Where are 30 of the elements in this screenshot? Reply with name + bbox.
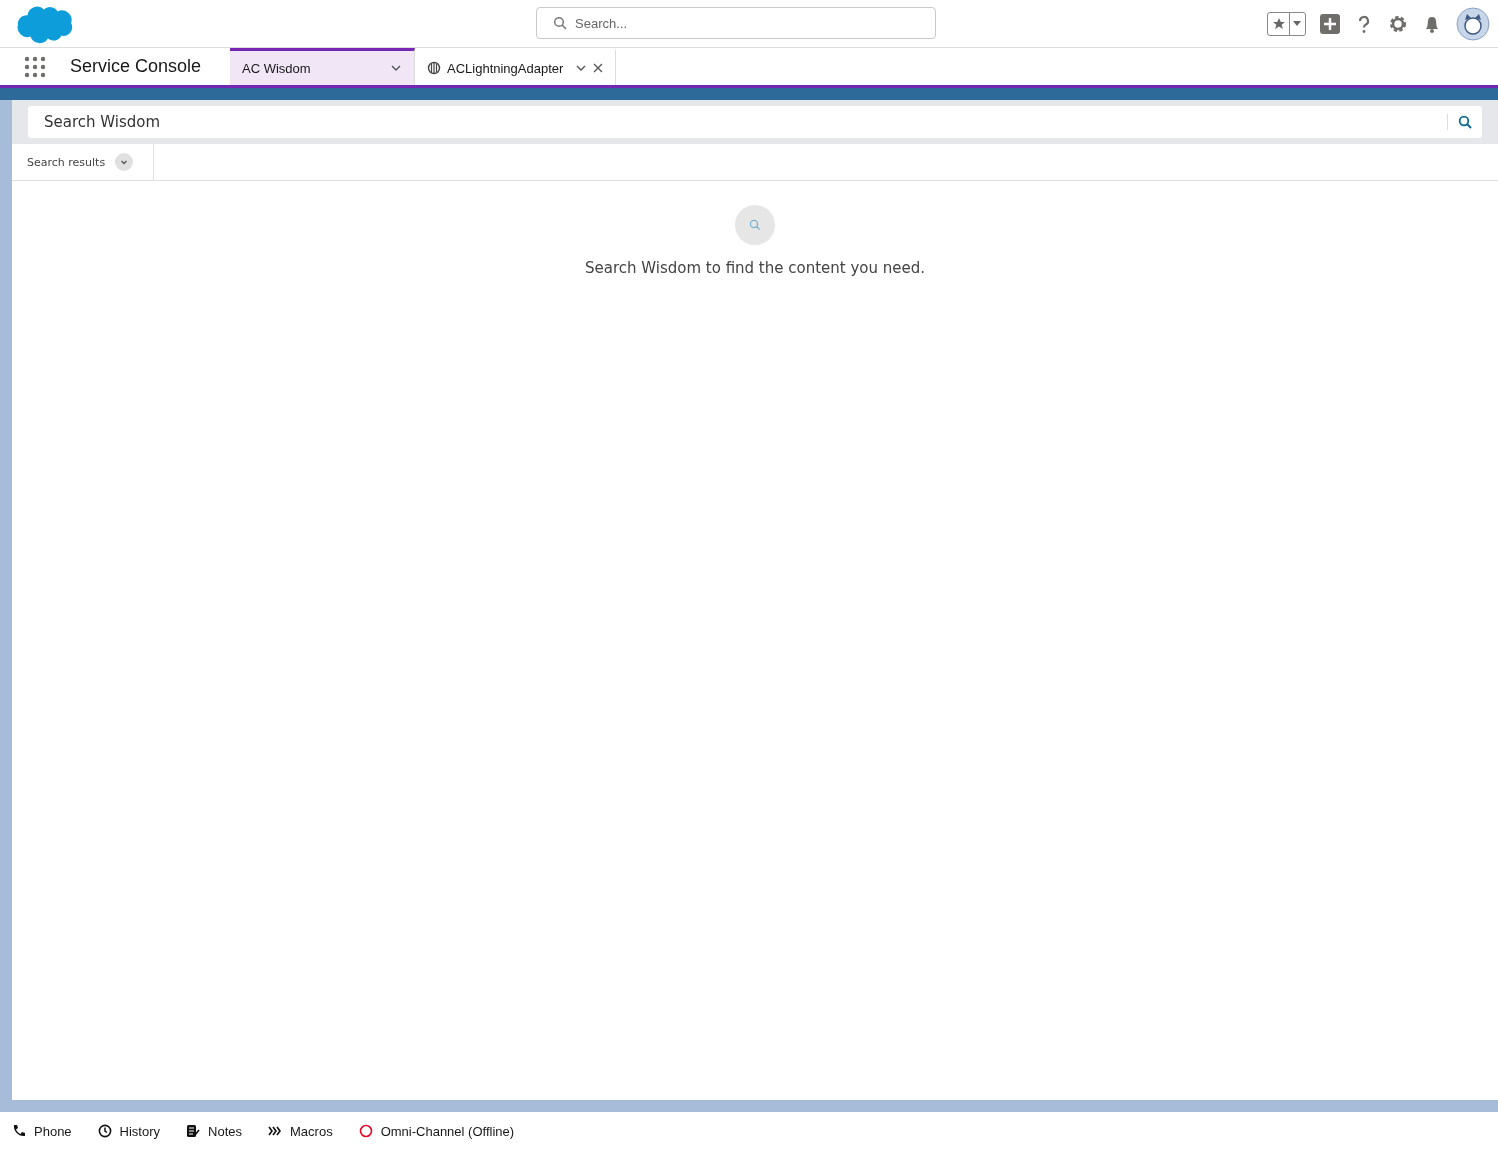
utility-item[interactable]: Omni-Channel (Offline) — [358, 1123, 515, 1139]
utility-item[interactable]: Macros — [268, 1123, 333, 1139]
filter-label: Search results — [27, 155, 106, 169]
app-launcher-icon[interactable] — [24, 55, 46, 78]
phone-icon — [12, 1124, 26, 1138]
notes-icon — [186, 1124, 201, 1138]
settings-icon[interactable] — [1388, 13, 1408, 34]
wisdom-search-field[interactable]: Search Wisdom — [28, 106, 1482, 138]
caret-icon — [1293, 20, 1301, 27]
utility-item[interactable]: Notes — [186, 1123, 242, 1139]
search-icon — [735, 205, 775, 245]
empty-state-message: Search Wisdom to find the content you need. — [584, 259, 926, 277]
global-search-field[interactable]: Search... — [536, 7, 936, 39]
close-icon[interactable] — [593, 63, 604, 73]
star-icon — [1272, 16, 1286, 31]
utility-item[interactable]: Phone — [12, 1123, 72, 1139]
clock-icon — [97, 1124, 112, 1138]
workspace-tab[interactable]: AC Wisdom — [230, 48, 415, 85]
avatar-icon[interactable] — [1456, 6, 1490, 41]
globe-icon — [427, 61, 441, 75]
macros-icon — [268, 1124, 282, 1138]
app-name: Service Console — [70, 56, 203, 77]
dropdown-icon[interactable] — [115, 153, 134, 171]
favorites-button[interactable] — [1267, 11, 1306, 36]
search-icon — [553, 16, 567, 30]
add-icon[interactable] — [1320, 13, 1340, 34]
search-icon[interactable] — [1458, 115, 1472, 129]
utility-item[interactable]: History — [97, 1123, 161, 1139]
status-circle-icon — [358, 1124, 373, 1138]
workspace-tab[interactable]: ACLightningAdapter — [415, 48, 617, 85]
